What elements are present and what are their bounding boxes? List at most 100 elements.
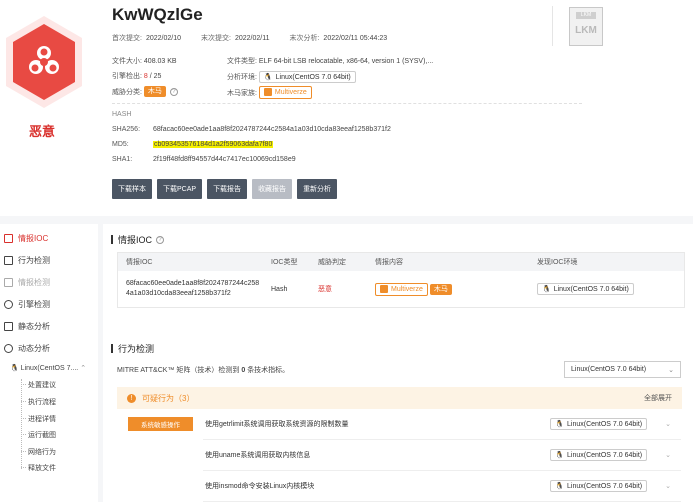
- threat-tag: 木马: [429, 283, 452, 295]
- sidebar-sub-network[interactable]: 网络行为: [28, 447, 56, 457]
- sidebar-sub-screenshot[interactable]: 运行截图: [28, 430, 56, 440]
- file-size-label: 文件大小:: [112, 58, 142, 65]
- download-report-button[interactable]: 下载报告: [207, 179, 248, 199]
- sha1-value: 2f19ff48fd8ff94557d44c7417ec10069cd158e9: [153, 156, 296, 163]
- list-item[interactable]: 使用getrlimit系统调用获取系统资源的限制数量 🐧 Linux(CentOS…: [203, 409, 681, 440]
- ioc-section-title: 情报IOC?: [111, 233, 165, 246]
- linux-icon: 🐧: [542, 286, 551, 293]
- mitre-summary: MITRE ATT&CK™ 矩阵（技术）检测到 0 条技术指标。: [117, 367, 290, 374]
- env-label: 分析环境:: [227, 74, 257, 81]
- download-sample-button[interactable]: 下载样本: [112, 179, 152, 199]
- report-header: 恶意 KwWQzlGe 首次提交: 2022/02/10 末次提交: 2022/02…: [0, 0, 693, 216]
- sidebar-env-item[interactable]: 🐧 Linux(CentOS 7.... ⌃: [10, 364, 86, 373]
- behavior-section-title: 行为检测: [111, 342, 154, 355]
- ioc-content: Multiverze 木马: [375, 282, 537, 296]
- ioc-hash[interactable]: 68facac60ee0ade1aa8f8f2024787244c258 4a1a…: [118, 279, 271, 299]
- intel-icon: [4, 278, 13, 287]
- ioc-verdict: 恶意: [318, 286, 332, 293]
- sidebar-sub-process[interactable]: 进程详情: [28, 414, 56, 424]
- linux-icon: 🐧: [555, 483, 565, 490]
- lkm-file-icon: LKM LKM: [569, 7, 603, 46]
- engine-hits: 8: [143, 72, 148, 80]
- family-label: 木马家族:: [227, 89, 257, 97]
- chevron-down-icon: ⌄: [668, 366, 674, 374]
- monitor-icon: [4, 256, 13, 265]
- warning-icon: !: [127, 393, 136, 403]
- sidebar-sub-disposal[interactable]: 处置建议: [28, 380, 56, 390]
- dynamic-icon: [4, 344, 13, 353]
- file-type-label: 文件类型:: [227, 58, 257, 65]
- sidebar-sub-flow[interactable]: 执行流程: [28, 397, 56, 407]
- tree-tick: [21, 467, 26, 468]
- engine-label: 引擎检出:: [112, 73, 142, 80]
- env-tag: 🐧 Linux(CentOS 7.0 64bit): [537, 283, 634, 295]
- ioc-table-header: 情报IOC IOC类型 威胁判定 情报内容 发现IOC环境: [118, 253, 684, 271]
- report-sidebar: 情报IOC 行为检测 情报检测 引擎检测 静态分析 动态分析 🐧 Linux(C…: [0, 224, 98, 502]
- document-icon: [4, 322, 13, 331]
- env-tag: 🐧 Linux(CentOS 7.0 64bit): [550, 418, 648, 430]
- linux-icon: 🐧: [555, 452, 565, 459]
- env-tag: 🐧 Linux(CentOS 7.0 64bit): [550, 480, 648, 492]
- hash-title: HASH: [112, 111, 132, 118]
- sha256-value: 68facac60ee0ade1aa8f8f2024787244c2584a1a…: [153, 126, 391, 133]
- action-buttons: 下载样本 下载PCAP 下载报告 收藏报告 重新分析: [112, 179, 338, 199]
- tree-line: [21, 379, 22, 469]
- threat-tag: 木马: [143, 86, 166, 97]
- header-separator: [552, 6, 553, 46]
- list-item[interactable]: 使用insmod命令安装Linux内核模块 🐧 Linux(CentOS 7.0 …: [203, 471, 681, 502]
- ioc-type: Hash: [271, 285, 288, 293]
- chevron-down-icon[interactable]: ⌄: [665, 420, 671, 428]
- divider: [112, 103, 582, 104]
- last-submit: 末次提交: 2022/02/11: [201, 35, 270, 42]
- suspicious-label: 可疑行为（3）: [142, 393, 195, 403]
- sidebar-item-static[interactable]: 静态分析: [4, 321, 50, 332]
- verdict-label: 恶意: [29, 124, 56, 139]
- env-select[interactable]: Linux(CentOS 7.0 64bit) ⌄: [564, 361, 681, 378]
- linux-icon: 🐧: [263, 74, 273, 81]
- chevron-down-icon[interactable]: ⌄: [665, 451, 671, 459]
- behavior-text: 使用uname系统调用获取内核信息: [205, 452, 311, 459]
- col-verdict: 威胁判定: [318, 259, 346, 266]
- family-icon: [263, 88, 272, 97]
- help-icon[interactable]: ?: [156, 235, 165, 244]
- sidebar-item-dynamic[interactable]: 动态分析: [4, 343, 50, 354]
- tree-tick: [21, 451, 26, 452]
- engine-icon: [4, 300, 13, 309]
- chevron-down-icon[interactable]: ⌄: [665, 482, 671, 490]
- category-tag: 系统敏感操作: [128, 417, 193, 431]
- col-env: 发现IOC环境: [537, 259, 578, 266]
- list-item[interactable]: 使用uname系统调用获取内核信息 🐧 Linux(CentOS 7.0 64bi…: [203, 440, 681, 471]
- help-icon[interactable]: ?: [169, 87, 178, 96]
- tree-tick: [21, 418, 26, 419]
- suspicious-behavior-bar[interactable]: ! 可疑行为（3） 全部展开: [117, 387, 682, 409]
- file-type-value: ELF 64-bit LSB relocatable, x86-64, vers…: [258, 57, 434, 65]
- table-row: 68facac60ee0ade1aa8f8f2024787244c258 4a1a…: [118, 271, 684, 307]
- download-pcap-button[interactable]: 下载PCAP: [157, 179, 203, 199]
- last-analysis: 末次分析: 2022/02/11 05:44:23: [289, 35, 388, 42]
- ioc-icon: [4, 234, 13, 243]
- family-tag[interactable]: Multiverze: [258, 86, 312, 99]
- env-tag: 🐧 Linux(CentOS 7.0 64bit): [550, 449, 648, 461]
- col-type: IOC类型: [271, 259, 298, 266]
- expand-all-link[interactable]: 全部展开: [644, 393, 672, 403]
- sample-title: KwWQzlGe: [112, 5, 203, 24]
- sidebar-item-ioc[interactable]: 情报IOC: [4, 233, 48, 244]
- engine-total: / 25: [149, 72, 162, 80]
- reanalyze-button[interactable]: 重新分析: [297, 179, 338, 199]
- sidebar-item-behavior[interactable]: 行为检测: [4, 255, 50, 266]
- sidebar-item-intel[interactable]: 情报检测: [4, 277, 50, 288]
- linux-icon: 🐧: [10, 365, 19, 372]
- col-ioc: 情报IOC: [126, 259, 153, 266]
- threat-label: 威胁分类:: [112, 88, 142, 96]
- col-content: 情报内容: [375, 259, 403, 266]
- malicious-biohazard-badge: [2, 14, 86, 114]
- family-icon: [380, 284, 388, 293]
- favorite-report-button[interactable]: 收藏报告: [252, 179, 293, 199]
- report-main: 情报IOC? 情报IOC IOC类型 威胁判定 情报内容 发现IOC环境 68f…: [103, 224, 693, 502]
- behavior-text: 使用insmod命令安装Linux内核模块: [205, 483, 315, 490]
- sidebar-item-engine[interactable]: 引擎检测: [4, 299, 50, 310]
- family-tag[interactable]: Multiverze: [375, 282, 428, 296]
- sha256-row: SHA256: 68facac60ee0ade1aa8f8f2024787244c…: [112, 126, 391, 133]
- tree-tick: [21, 384, 26, 385]
- sidebar-sub-dropped[interactable]: 释放文件: [28, 463, 56, 473]
